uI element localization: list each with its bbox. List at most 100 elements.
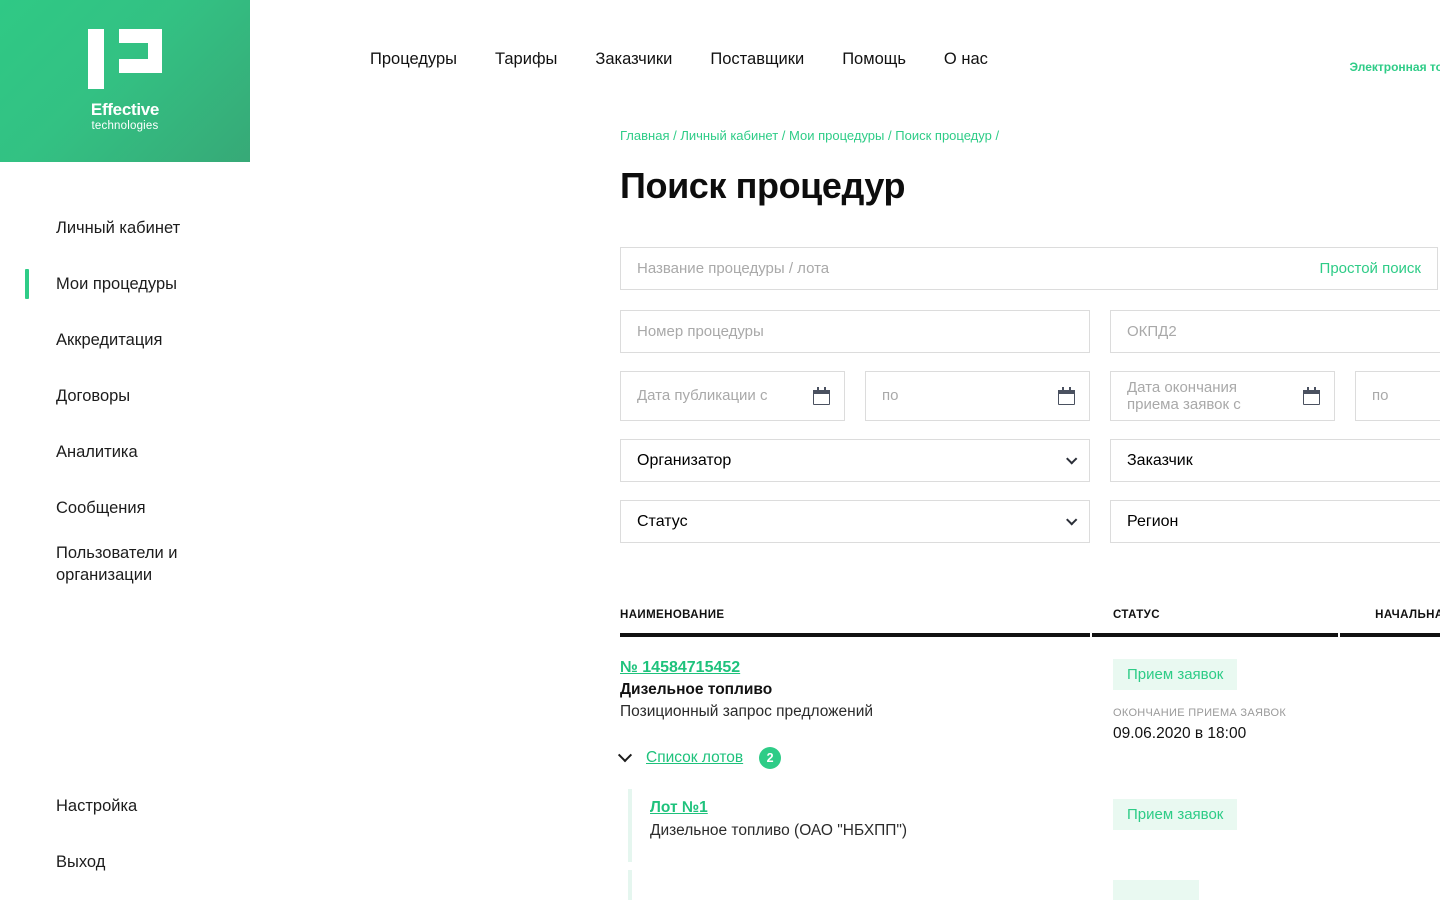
search-input-placeholder: Название процедуры / лота [637, 260, 830, 277]
sidebar-item-label: Выход [56, 852, 106, 871]
table-row: № 14584715452 Дизельное топливо Позицион… [617, 637, 1440, 769]
lot-description: Дизельное топливо (ОАО "НБХПП") [650, 822, 908, 839]
topnav-item-tariffs[interactable]: Тарифы [495, 50, 557, 69]
lots-count-badge: 2 [759, 747, 782, 769]
organizer-select[interactable]: Организатор [620, 439, 1090, 482]
calendar-icon[interactable] [813, 387, 830, 405]
topnav-item-about[interactable]: О нас [944, 50, 988, 69]
breadcrumb-separator: / [888, 128, 892, 143]
status-badge: Прием заявок [1113, 799, 1238, 830]
filter-row-dates: Дата публикации с по Дата окончания прие… [620, 371, 1440, 421]
deadline-value: 09.06.2020 в 18:00 [1113, 725, 1247, 742]
lots-toggle[interactable]: Список лотов 2 [617, 747, 1113, 769]
breadcrumb: Главная / Личный кабинет / Мои процедуры… [620, 128, 1440, 143]
publication-date-to-placeholder: по [882, 387, 899, 405]
lot-name-cell: Лот №1 Дизельное топливо (ОАО "НБХПП") [650, 799, 1113, 840]
search-input[interactable]: Название процедуры / лота Простой поиск [620, 247, 1438, 290]
procedure-name-cell: № 14584715452 Дизельное топливо Позицион… [617, 659, 1113, 769]
breadcrumb-item-my-procedures[interactable]: Мои процедуры [789, 128, 884, 143]
sidebar-item-settings[interactable]: Настройка [0, 778, 250, 834]
breadcrumb-separator: / [673, 128, 677, 143]
lot-row [620, 870, 1440, 900]
organizer-placeholder: Организатор [637, 451, 732, 469]
topnav-item-procedures[interactable]: Процедуры [370, 50, 457, 69]
sidebar-item-label: Пользователи и организации [56, 543, 178, 584]
customer-placeholder: Заказчик [1127, 451, 1193, 469]
topnav-item-help[interactable]: Помощь [842, 50, 906, 69]
account-selector[interactable]: ООО "Компания" Электронная торговая площ… [1350, 46, 1440, 75]
lot-status-cell [1113, 880, 1371, 900]
lot-status-cell: Прием заявок [1113, 799, 1371, 840]
top-navigation: Процедуры Тарифы Заказчики Поставщики По… [370, 50, 988, 69]
status-select[interactable]: Статус [620, 500, 1090, 543]
table-header-name: НАИМЕНОВАНИЕ [620, 609, 725, 621]
sidebar-item-logout[interactable]: Выход [0, 834, 250, 890]
deadline-label: ОКОНЧАНИЕ ПРИЕМА ЗАЯВОК [1113, 707, 1287, 719]
region-placeholder: Регион [1127, 512, 1179, 530]
topnav-item-customers[interactable]: Заказчики [595, 50, 672, 69]
chevron-down-icon [1066, 452, 1078, 465]
procedures-table: НАИМЕНОВАНИЕ СТАТУС НАЧАЛЬНАЯ ЦЕНА, РУБ. [617, 609, 1440, 900]
procedure-price-cell: 320 800.00 [1371, 659, 1440, 769]
filter-row-organizer-customer: Организатор Заказчик [620, 439, 1440, 482]
lot-title-link[interactable]: Лот №1 [650, 799, 1113, 817]
sidebar-item-users-and-organizations[interactable]: Пользователи и организации [0, 536, 250, 592]
effective-technologies-logo-icon [88, 28, 162, 89]
account-company-name: ООО "Компания" [1350, 46, 1440, 60]
app-root: Effective technologies Личный кабинет Мо… [0, 0, 1440, 900]
page-content: Главная / Личный кабинет / Мои процедуры… [250, 128, 1440, 900]
brand-logo[interactable]: Effective technologies [0, 0, 250, 162]
application-end-date-from-line1: Дата окончания [1127, 378, 1238, 396]
lots-list-link[interactable]: Список лотов [646, 749, 743, 767]
filter-row-number-okpd: Номер процедуры ОКПД2 [620, 310, 1440, 353]
sidebar-item-contracts[interactable]: Договоры [0, 368, 250, 424]
sidebar-item-label: Мои процедуры [56, 274, 178, 293]
filter-row-status-region: Статус Регион [620, 500, 1440, 543]
sidebar-item-label: Настройка [56, 796, 138, 815]
breadcrumb-separator: / [781, 128, 786, 143]
procedure-title: Дизельное топливо [620, 681, 773, 698]
status-badge: Прием заявок [1113, 659, 1238, 690]
sidebar-item-my-procedures[interactable]: Мои процедуры [0, 256, 250, 312]
breadcrumb-item-home[interactable]: Главная [620, 128, 669, 143]
sidebar-item-analytics[interactable]: Аналитика [0, 424, 250, 480]
breadcrumb-separator: / [995, 128, 1000, 143]
sidebar: Effective technologies Личный кабинет Мо… [0, 0, 250, 900]
procedure-number-input[interactable]: Номер процедуры [620, 310, 1090, 353]
sidebar-item-label: Сообщения [56, 498, 146, 517]
calendar-icon[interactable] [1303, 387, 1320, 405]
top-bar: Процедуры Тарифы Заказчики Поставщики По… [250, 0, 1440, 124]
publication-date-from-placeholder: Дата публикации с [637, 387, 768, 405]
procedure-status-cell: Прием заявок ОКОНЧАНИЕ ПРИЕМА ЗАЯВОК 09.… [1113, 659, 1371, 769]
chevron-down-icon [617, 748, 633, 763]
page-title: Поиск процедур [620, 165, 906, 206]
publication-date-from-input[interactable]: Дата публикации с [620, 371, 845, 421]
sidebar-item-label: Договоры [56, 386, 131, 405]
sidebar-item-messages[interactable]: Сообщения [0, 480, 250, 536]
application-end-date-to-input[interactable]: по [1355, 371, 1440, 421]
search-row: Название процедуры / лота Простой поиск … [620, 247, 1440, 290]
customer-select[interactable]: Заказчик [1110, 439, 1440, 482]
account-platform-name: Электронная торговая площадка [1349, 60, 1440, 75]
lot-price-cell [1371, 880, 1440, 900]
sidebar-item-accreditation[interactable]: Аккредитация [0, 312, 250, 368]
topnav-item-suppliers[interactable]: Поставщики [710, 50, 804, 69]
application-end-date-from-line2: приема заявок с [1127, 396, 1241, 413]
chevron-down-icon [1066, 513, 1078, 526]
status-placeholder: Статус [637, 512, 688, 530]
calendar-icon[interactable] [1058, 387, 1075, 405]
okpd2-input[interactable]: ОКПД2 [1110, 310, 1440, 353]
sidebar-item-personal-account[interactable]: Личный кабинет [0, 200, 250, 256]
publication-date-to-input[interactable]: по [865, 371, 1090, 421]
table-header-price: НАЧАЛЬНАЯ ЦЕНА, РУБ. [1375, 609, 1440, 621]
search-filters-form: Название процедуры / лота Простой поиск … [620, 247, 1440, 543]
application-end-date-to-placeholder: по [1372, 387, 1389, 405]
account-text: ООО "Компания" Электронная торговая площ… [1350, 46, 1440, 75]
procedure-number-link[interactable]: № 14584715452 [620, 659, 1113, 677]
breadcrumb-item-procedure-search[interactable]: Поиск процедур [895, 128, 992, 143]
region-select[interactable]: Регион [1110, 500, 1440, 543]
brand-name-primary: Effective [90, 99, 160, 119]
application-end-date-from-input[interactable]: Дата окончания приема заявок с [1110, 371, 1335, 421]
breadcrumb-item-personal-account[interactable]: Личный кабинет [680, 128, 778, 143]
simple-search-link[interactable]: Простой поиск [1320, 260, 1421, 277]
